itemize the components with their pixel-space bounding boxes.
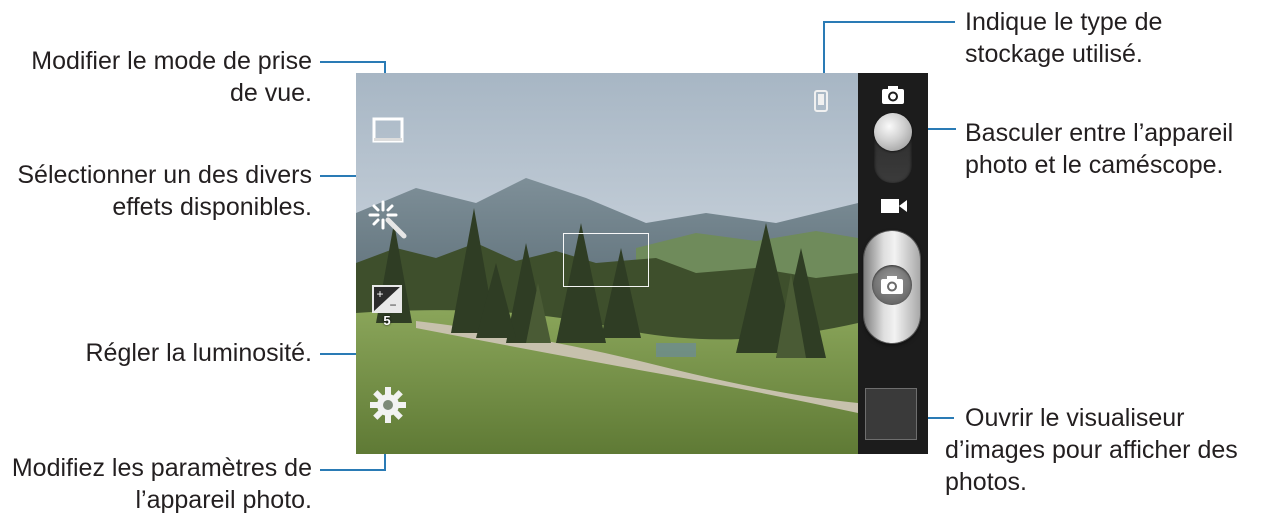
focus-frame bbox=[563, 233, 649, 287]
effects-annotation-line2: effets disponibles. bbox=[112, 193, 312, 221]
storage-annotation: Indique le type de stockage utilisé. bbox=[965, 6, 1162, 70]
effects-annotation-line1: Sélectionner un des divers bbox=[17, 161, 312, 189]
video-camera-icon[interactable] bbox=[880, 198, 908, 214]
exposure-plus-minus-icon[interactable]: + − 5 bbox=[370, 285, 404, 335]
switch-annotation: Basculer entre l’appareil photo et le ca… bbox=[965, 117, 1233, 181]
shooting-mode-annotation-line2: de vue. bbox=[229, 79, 312, 107]
camera-icon[interactable] bbox=[881, 85, 905, 105]
gear-icon[interactable] bbox=[366, 383, 410, 427]
storage-callout-line bbox=[823, 21, 955, 23]
storage-annotation-line1: Indique le type de bbox=[965, 8, 1163, 36]
shooting-mode-callout-line bbox=[320, 61, 386, 63]
switch-annotation-line1: Basculer entre l’appareil bbox=[965, 119, 1234, 147]
viewer-annotation-line1: Ouvrir le visualiseur bbox=[965, 404, 1185, 432]
viewer-annotation: Ouvrir le visualiseur d’images pour affi… bbox=[945, 402, 1238, 498]
svg-text:+: + bbox=[376, 287, 383, 301]
camera-video-toggle-knob[interactable] bbox=[874, 113, 912, 151]
image-viewer-thumbnail[interactable] bbox=[865, 388, 917, 440]
settings-annotation: Modifiez les paramètres de l’appareil ph… bbox=[0, 452, 312, 516]
viewer-annotation-line2: d’images pour afficher des bbox=[945, 436, 1238, 464]
storage-annotation-line2: stockage utilisé. bbox=[965, 40, 1143, 68]
brightness-annotation: Régler la luminosité. bbox=[85, 339, 313, 367]
shutter-button[interactable] bbox=[864, 231, 920, 343]
camera-shutter-icon bbox=[872, 265, 912, 305]
magic-wand-icon[interactable] bbox=[366, 198, 408, 240]
camera-control-panel bbox=[858, 73, 928, 454]
switch-annotation-line2: photo et le caméscope. bbox=[965, 151, 1224, 179]
settings-annotation-line2: l’appareil photo. bbox=[135, 486, 312, 514]
svg-text:−: − bbox=[389, 298, 396, 312]
camera-viewfinder[interactable]: + − 5 bbox=[356, 73, 858, 454]
exposure-value: 5 bbox=[383, 313, 391, 328]
rectangle-mode-icon[interactable] bbox=[371, 113, 405, 147]
shooting-mode-annotation: Modifier le mode de prise de vue. bbox=[0, 45, 312, 109]
settings-callout-line bbox=[320, 469, 386, 471]
viewer-annotation-line3: photos. bbox=[945, 468, 1028, 496]
effects-annotation: Sélectionner un des divers effets dispon… bbox=[0, 159, 312, 223]
settings-annotation-line1: Modifiez les paramètres de bbox=[11, 454, 312, 482]
shooting-mode-annotation-line1: Modifier le mode de prise bbox=[31, 47, 312, 75]
phone-storage-icon bbox=[810, 87, 832, 115]
